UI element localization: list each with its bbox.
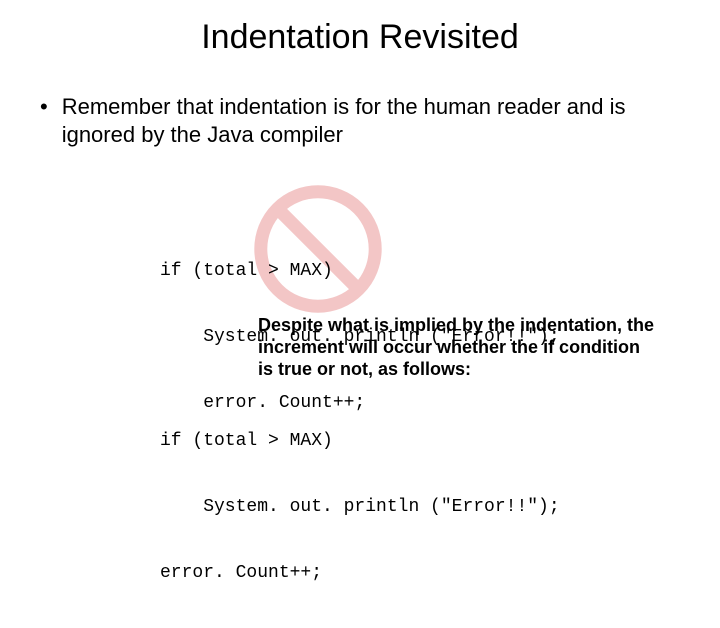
slide-title: Indentation Revisited (0, 18, 720, 57)
bullet-item: • Remember that indentation is for the h… (40, 93, 650, 149)
bullet-text: Remember that indentation is for the hum… (62, 93, 650, 149)
code-line: error. Count++; (160, 562, 560, 584)
slide: Indentation Revisited • Remember that in… (0, 18, 720, 558)
code-line: System. out. println ("Error!!"); (160, 326, 560, 348)
bullet-marker: • (40, 93, 48, 121)
code-line: System. out. println ("Error!!"); (160, 496, 560, 518)
code-example-bad: if (total > MAX) System. out. println ("… (160, 216, 560, 458)
code-line: error. Count++; (160, 392, 560, 414)
code-line: if (total > MAX) (160, 260, 560, 282)
